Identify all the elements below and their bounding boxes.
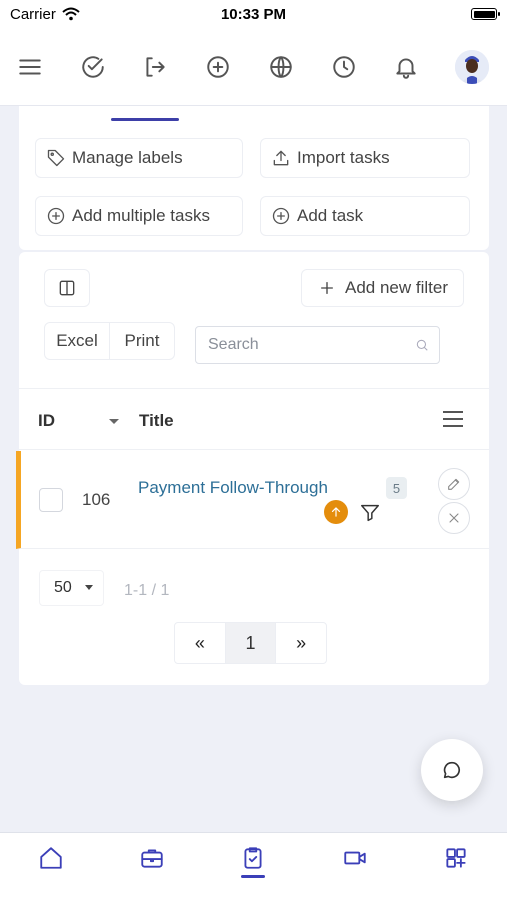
manage-labels-button[interactable]: Manage labels [35, 138, 243, 178]
row-checkbox[interactable] [39, 488, 63, 512]
table-row[interactable]: 106 Payment Follow-Through 5 [16, 451, 489, 549]
priority-up-icon [324, 500, 348, 524]
excel-button[interactable]: Excel [45, 323, 109, 359]
top-navigation [0, 28, 507, 106]
page-button-current[interactable]: 1 [224, 623, 276, 663]
check-circle-icon[interactable] [79, 53, 107, 81]
battery-icon [471, 8, 500, 20]
plus-icon [321, 282, 333, 294]
add-multiple-tasks-label: Add multiple tasks [72, 206, 210, 225]
plus-circle-icon [47, 207, 65, 225]
actions-card: Manage labels Import tasks Add multiple … [19, 106, 489, 250]
tasks-table-card: Add new filter Excel Print ID Title 106 … [16, 252, 489, 685]
sort-desc-icon[interactable] [109, 419, 119, 424]
column-options-icon[interactable] [443, 411, 463, 429]
search-icon[interactable] [415, 335, 429, 355]
active-tab-indicator [111, 118, 179, 121]
column-header-id[interactable]: ID [38, 411, 55, 431]
column-header-title[interactable]: Title [139, 411, 174, 431]
bottom-navigation [0, 832, 507, 900]
page-size-select[interactable]: 50 [39, 570, 104, 606]
filter-icon[interactable] [359, 502, 381, 524]
add-task-button[interactable]: Add task [260, 196, 470, 236]
video-icon[interactable] [335, 845, 375, 885]
carrier-label: Carrier [10, 5, 56, 23]
table-header: ID Title [19, 388, 489, 450]
import-tasks-label: Import tasks [297, 148, 390, 167]
pagination: « 1 » [174, 622, 327, 664]
globe-icon[interactable] [267, 53, 295, 81]
toggle-columns-button[interactable] [44, 269, 90, 307]
next-page-button[interactable]: » [275, 623, 326, 663]
comment-count-badge: 5 [386, 477, 407, 499]
import-tasks-button[interactable]: Import tasks [260, 138, 470, 178]
edit-icon [448, 478, 460, 490]
tag-icon [47, 149, 65, 167]
upload-icon [273, 150, 289, 166]
task-title-link[interactable]: Payment Follow-Through [138, 478, 328, 498]
edit-button[interactable] [438, 468, 470, 500]
chat-button[interactable] [421, 739, 483, 801]
bell-icon[interactable] [392, 53, 420, 81]
pagination-range: 1-1 / 1 [124, 582, 170, 599]
delete-button[interactable] [438, 502, 470, 534]
plus-circle-icon[interactable] [204, 53, 232, 81]
logout-icon[interactable] [141, 53, 169, 81]
manage-labels-label: Manage labels [72, 148, 183, 167]
plus-circle-icon [272, 207, 290, 225]
apps-icon[interactable] [436, 845, 476, 885]
avatar[interactable] [454, 49, 489, 84]
search-input[interactable] [208, 336, 415, 354]
home-icon[interactable] [31, 845, 71, 885]
add-new-filter-button[interactable]: Add new filter [301, 269, 464, 307]
search-box [195, 326, 440, 364]
menu-icon[interactable] [16, 53, 44, 81]
wifi-icon [62, 7, 80, 21]
clock-icon[interactable] [330, 53, 358, 81]
row-id: 106 [82, 490, 111, 509]
add-task-label: Add task [297, 206, 364, 225]
status-bar: Carrier 10:33 PM [0, 0, 507, 28]
page-size-value: 50 [54, 579, 72, 596]
add-multiple-tasks-button[interactable]: Add multiple tasks [35, 196, 243, 236]
previous-page-button[interactable]: « [175, 623, 225, 663]
export-button-group: Excel Print [44, 322, 175, 360]
tasks-icon[interactable] [233, 845, 273, 885]
print-button[interactable]: Print [109, 323, 174, 359]
close-icon [449, 513, 459, 523]
add-new-filter-label: Add new filter [345, 278, 448, 297]
status-left: Carrier [10, 6, 80, 23]
chevron-down-icon [85, 585, 93, 590]
columns-icon [59, 280, 75, 296]
chat-bubble-icon [443, 761, 461, 779]
briefcase-icon[interactable] [132, 845, 172, 885]
